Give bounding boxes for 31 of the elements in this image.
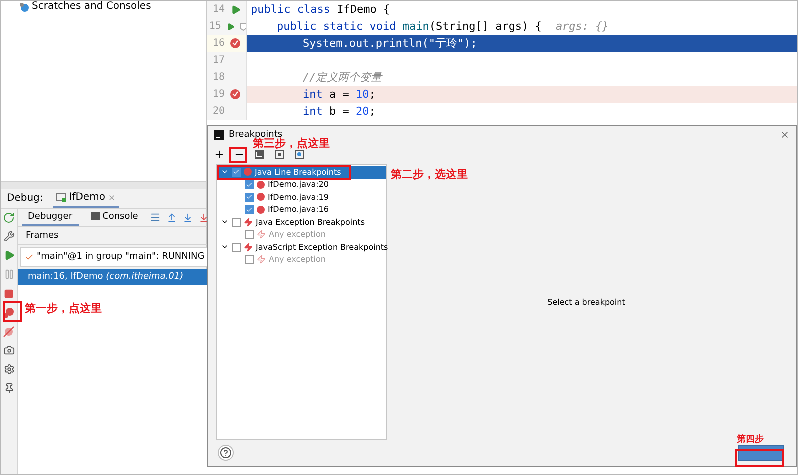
code-line: public class IfDemo { [251,3,390,16]
tree-item[interactable]: Scratches and Consoles [32,1,152,12]
annotation-text: 第二步，选这里 [391,167,468,182]
tab[interactable]: Debugger [22,209,79,226]
code-line: int b = 20; [303,105,376,118]
thread-dropdown[interactable]: "main"@1 in group "main": RUNNING [20,247,210,267]
tab[interactable]: Console [84,209,144,226]
annotation-text: 第一步，点这里 [25,301,102,316]
line-number: 18 [212,72,225,83]
tree-item[interactable]: JavaScript Exception Breakpoints [217,241,386,254]
annotation-text: 第三步，点这里 [253,137,330,151]
code-line: //定义两个变量 [303,70,382,85]
placeholder-text: Select a breakpoint [548,298,626,306]
tree-item[interactable]: Java Exception Breakpoints [217,216,386,228]
code-line: public static void main(String[] args) { args: {} [277,20,609,33]
line-number: 14 [212,4,225,15]
line-number: 19 [212,89,225,100]
tree-item[interactable]: IfDemo.java:19 [217,191,386,204]
frame-row[interactable]: main:16, IfDemo (com.itheima.01) [18,269,210,285]
line-number: 17 [212,55,225,66]
code-line: System.out.println("亍玲"); [303,36,478,51]
line-number: 20 [212,106,225,117]
dialog-title: Breakpoints [229,130,283,140]
tree-item[interactable]: IfDemo.java:20 [217,178,386,191]
tree-item[interactable]: IfDemo.java:16 [217,204,386,216]
panel-label: Debug: [7,193,44,204]
code-line: int a = 10; [303,88,376,101]
line-number: 16 [212,38,225,49]
annotation-text: 第四步 [737,433,764,446]
line-number: 15 [208,21,222,32]
session-tab[interactable]: IfDemo [53,189,120,208]
